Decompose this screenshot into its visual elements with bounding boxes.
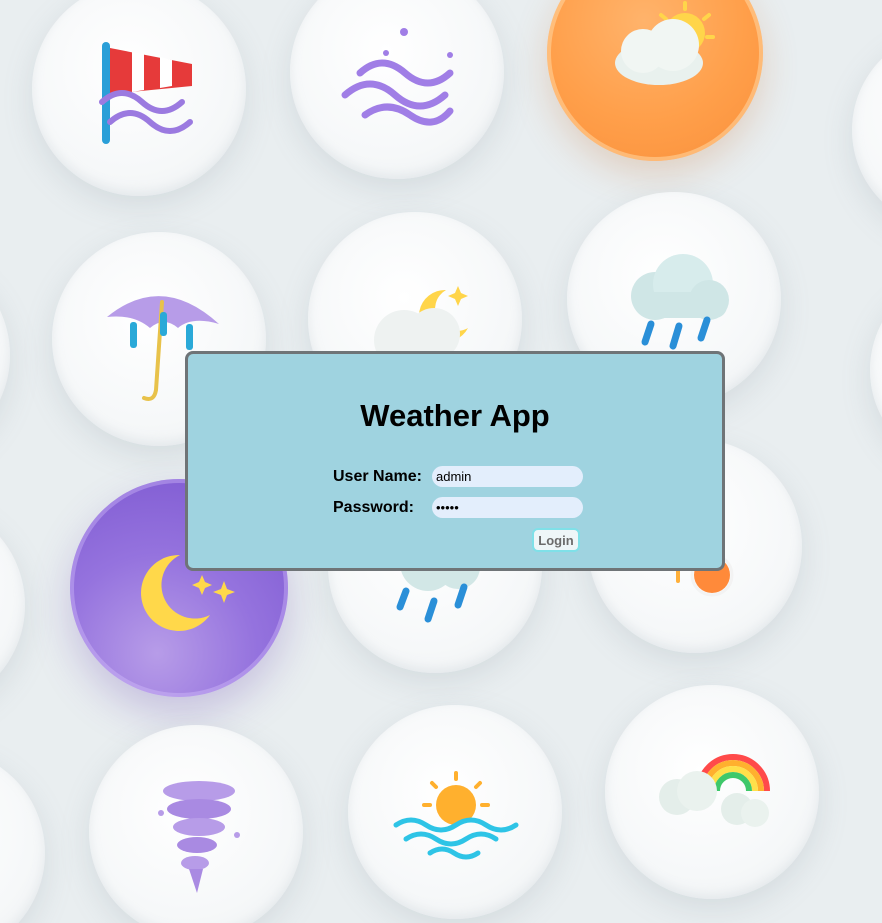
bubble-partly-sunny	[547, 0, 763, 161]
partly-sunny-icon	[615, 1, 715, 85]
password-label: Password:	[333, 499, 414, 516]
login-panel: Weather App User Name: Password: Login	[185, 351, 725, 571]
bubble-edge-right-1	[852, 30, 882, 230]
rainbow-cloud-icon	[659, 754, 770, 827]
tornado-icon	[158, 781, 240, 893]
password-input[interactable]	[432, 497, 583, 518]
login-button[interactable]: Login	[532, 528, 580, 552]
bubble-tornado	[89, 725, 303, 923]
username-label: User Name:	[333, 468, 422, 485]
bubble-sea-sunrise	[348, 705, 562, 919]
app-title: Weather App	[360, 398, 550, 433]
bubble-edge-left-2	[0, 500, 25, 710]
wind-icon	[341, 28, 454, 126]
windsock-icon	[99, 42, 193, 144]
username-input[interactable]	[432, 466, 583, 487]
bubble-rainbow	[605, 685, 819, 899]
bubble-edge-right-2	[870, 270, 882, 470]
bubble-edge-left-1	[0, 250, 10, 460]
bubble-wind	[290, 0, 504, 179]
bubble-windsock	[32, 0, 246, 196]
bubble-edge-left-3	[0, 748, 45, 923]
sea-sunrise-icon	[393, 771, 519, 860]
